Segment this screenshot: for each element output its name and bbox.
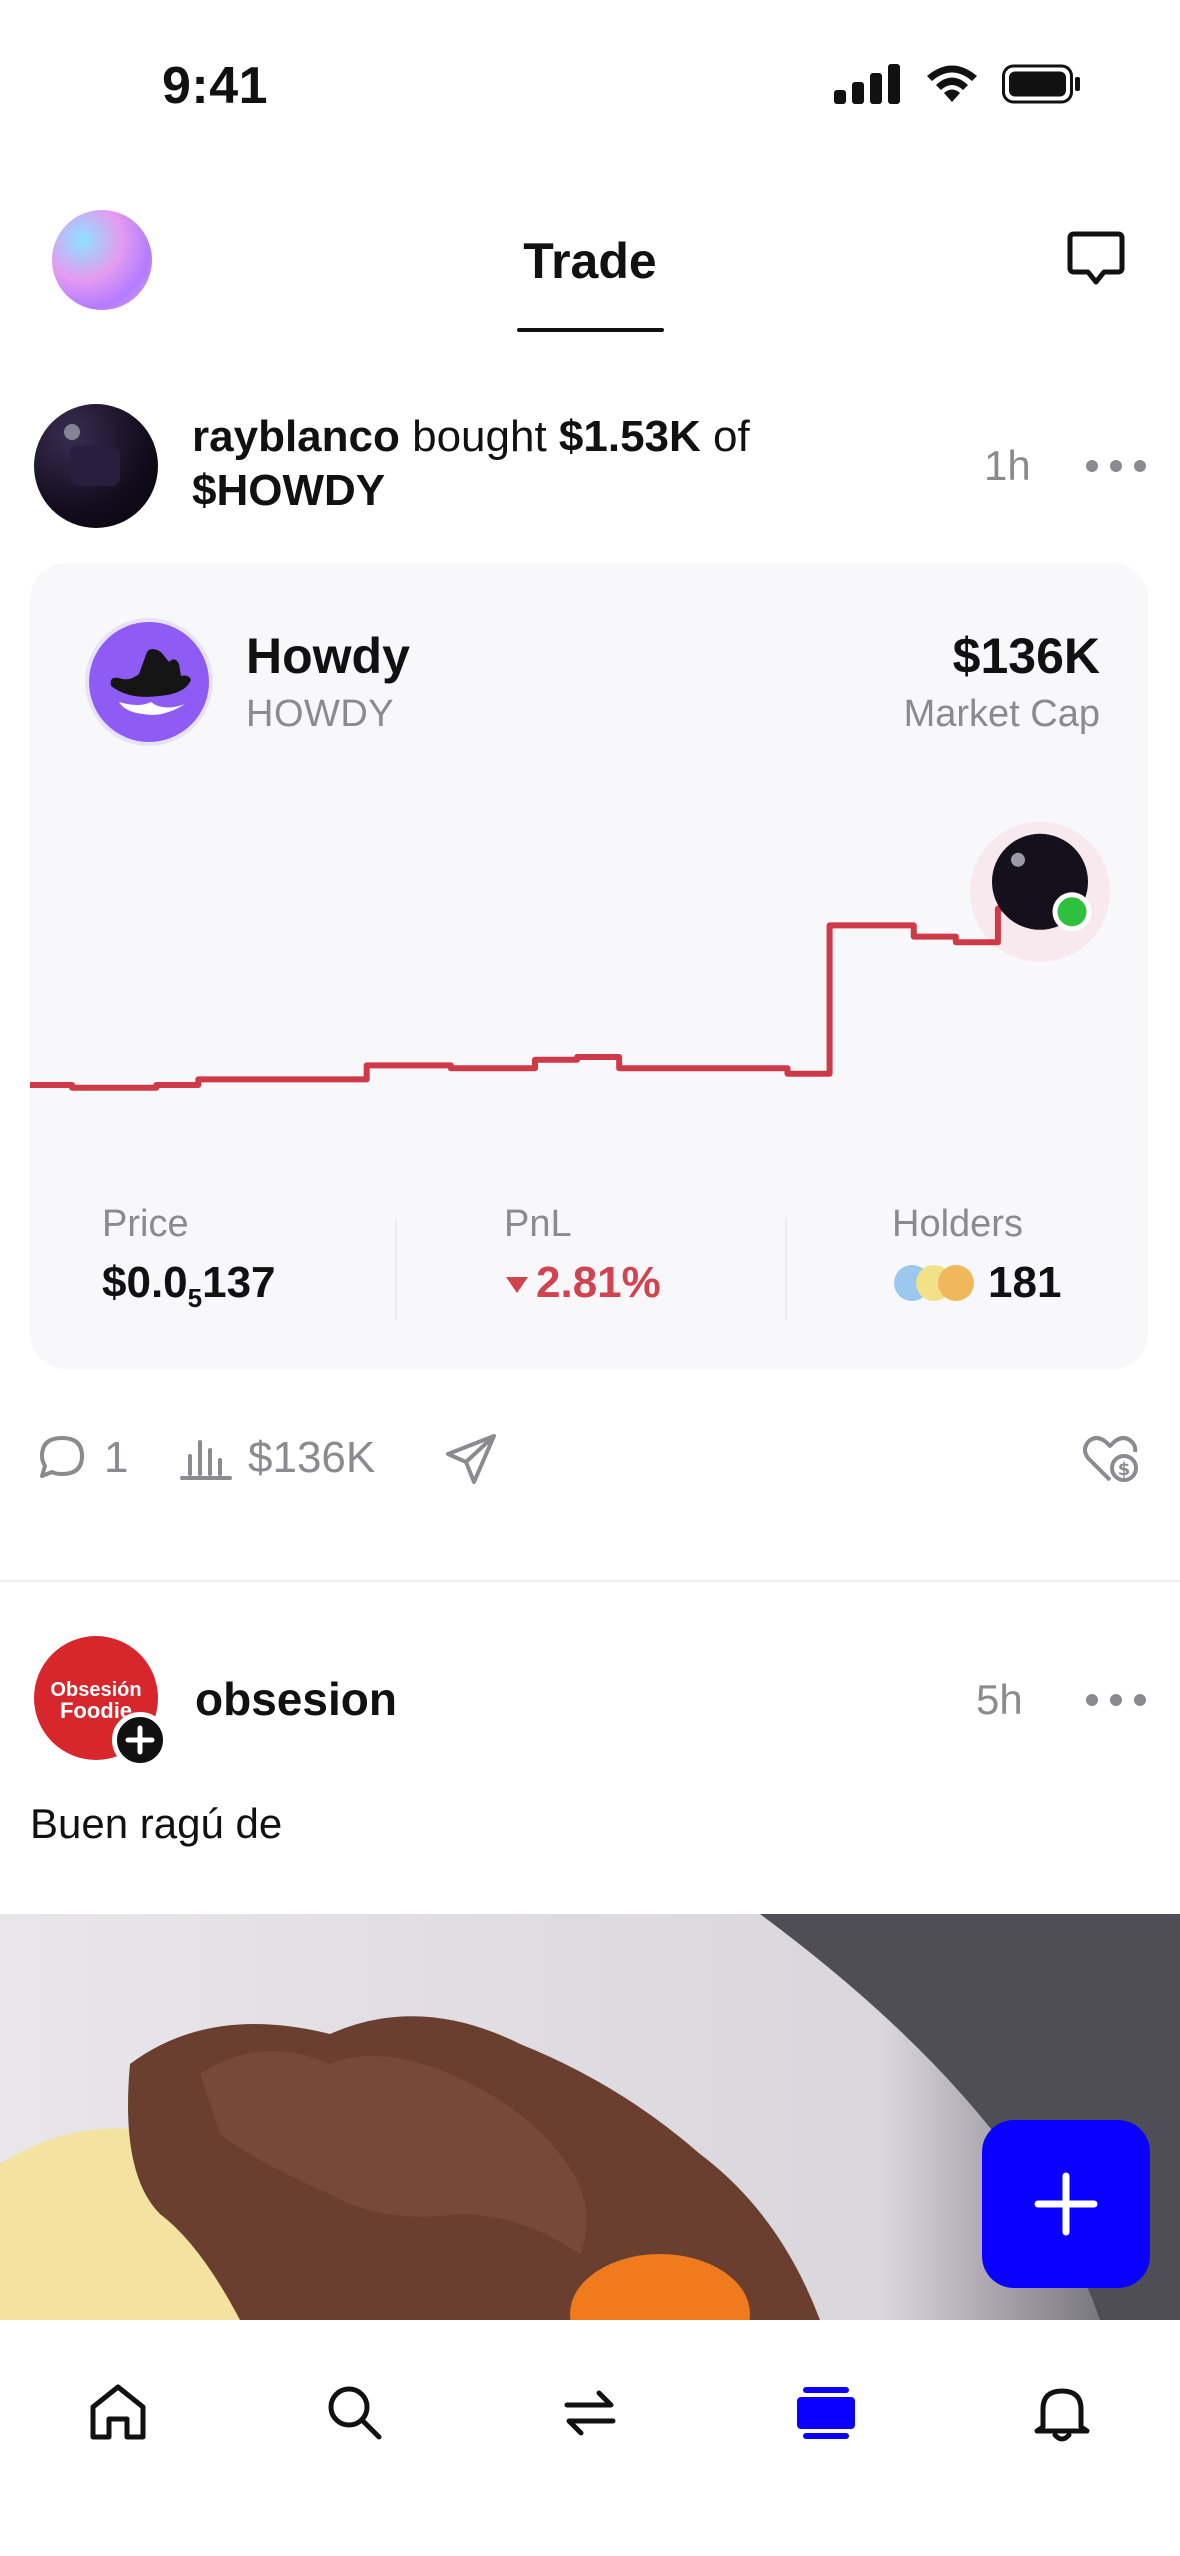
messages-icon[interactable] <box>1064 226 1128 290</box>
post-verb: bought <box>412 412 547 461</box>
plus-icon <box>1034 2172 1098 2236</box>
feed-icon <box>797 2387 855 2439</box>
status-bar: 9:41 <box>0 0 1180 170</box>
signal-icon <box>834 64 900 104</box>
post-actions: 1 $136K $ <box>0 1430 1180 1510</box>
bottom-tab-bar <box>0 2320 1180 2556</box>
create-post-button[interactable] <box>982 2120 1150 2288</box>
volume-value: $136K <box>248 1433 376 1482</box>
pnl-value: 2.81% <box>504 1258 661 1308</box>
send-icon <box>446 1434 496 1484</box>
tab-feed[interactable] <box>786 2372 866 2452</box>
chart-live-dot <box>1052 892 1092 932</box>
token-ticker: HOWDY <box>246 693 395 735</box>
holders-value: 181 <box>892 1258 1061 1308</box>
price-line <box>30 891 1043 1091</box>
home-icon <box>90 2384 146 2440</box>
price-label: Price <box>102 1203 189 1245</box>
follow-plus-icon[interactable] <box>112 1712 168 1768</box>
status-icons <box>834 64 1082 104</box>
more-options-icon[interactable] <box>1086 1690 1146 1710</box>
pnl-stat: PnL 2.81% <box>504 1203 661 1308</box>
share-button[interactable] <box>442 1430 500 1488</box>
volume-button[interactable]: $136K <box>178 1430 375 1486</box>
holders-stat: Holders 181 <box>892 1203 1061 1308</box>
token-logo <box>85 618 213 746</box>
post-separator <box>0 1580 1180 1582</box>
tab-notifications[interactable] <box>1022 2372 1102 2452</box>
post-time: 1h <box>984 442 1031 489</box>
chart-trader-avatar-detail <box>1011 852 1025 867</box>
token-name: Howdy <box>246 628 410 684</box>
more-options-icon[interactable] <box>1086 456 1146 476</box>
post2-caption: Buen ragú de <box>30 1800 283 1847</box>
price-value: $0.05137 <box>102 1258 276 1313</box>
post-of: of <box>713 412 750 461</box>
post-username[interactable]: rayblanco <box>192 412 400 461</box>
page-title[interactable]: Trade <box>0 232 1180 290</box>
wifi-icon <box>927 65 977 102</box>
tab-search[interactable] <box>314 2372 394 2452</box>
svg-text:$: $ <box>1118 1459 1131 1480</box>
comment-count: 1 <box>104 1433 129 1482</box>
pnl-label: PnL <box>504 1203 572 1245</box>
market-cap-value: $136K <box>952 628 1100 684</box>
bar-chart-icon <box>180 1440 232 1480</box>
tab-trade[interactable] <box>550 2372 630 2452</box>
holder-avatars-icon <box>894 1265 974 1301</box>
status-time: 9:41 <box>162 57 269 115</box>
tab-home[interactable] <box>78 2372 158 2452</box>
tip-button[interactable]: $ <box>1080 1430 1140 1486</box>
post-text: rayblanco bought $1.53K of $HOWDY <box>192 410 832 518</box>
post-amount: $1.53K <box>558 412 701 461</box>
swap-icon <box>564 2390 616 2436</box>
post2-time: 5h <box>976 1676 1023 1723</box>
comment-icon <box>40 1436 84 1478</box>
search-icon <box>328 2386 382 2440</box>
post-trade[interactable]: rayblanco bought $1.53K of $HOWDY 1h <box>0 400 1180 540</box>
stat-divider <box>785 1219 787 1319</box>
user-avatar[interactable] <box>34 404 158 528</box>
comment-button[interactable]: 1 <box>34 1430 128 1486</box>
price-stat: Price $0.05137 <box>102 1203 276 1313</box>
post2-username[interactable]: obsesion <box>195 1672 397 1726</box>
down-triangle-icon <box>506 1277 528 1294</box>
battery-icon <box>1002 64 1080 104</box>
active-tab-indicator <box>517 328 664 332</box>
post-ticker[interactable]: $HOWDY <box>192 466 385 515</box>
token-card[interactable]: Howdy HOWDY $136K Market Cap Price $0.05… <box>30 563 1148 1369</box>
price-chart[interactable] <box>30 813 1148 1193</box>
heart-dollar-icon: $ <box>1083 1436 1138 1482</box>
market-cap-label: Market Cap <box>903 693 1100 735</box>
token-stats: Price $0.05137 PnL 2.81% Holders 181 <box>30 1203 1148 1333</box>
top-navbar: Trade <box>0 190 1180 340</box>
holders-label: Holders <box>892 1203 1023 1245</box>
stat-divider <box>395 1219 397 1319</box>
bell-icon <box>1034 2388 1090 2442</box>
